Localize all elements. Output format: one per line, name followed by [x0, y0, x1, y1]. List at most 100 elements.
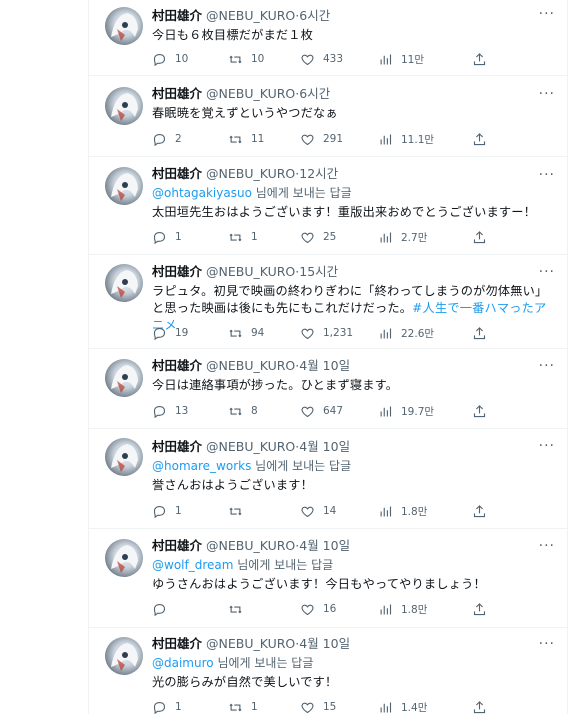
- display-name[interactable]: 村田雄介: [152, 358, 202, 373]
- views-button[interactable]: 11.1만: [378, 130, 434, 148]
- reply-button[interactable]: 10: [152, 50, 188, 68]
- timestamp[interactable]: 4월 10일: [299, 439, 350, 454]
- share-button[interactable]: [472, 600, 487, 618]
- reply-button[interactable]: 1: [152, 698, 182, 716]
- tweet-actions: 10 10 433 11만: [152, 50, 492, 68]
- reply-mention-link[interactable]: @wolf_dream: [152, 558, 233, 572]
- like-button[interactable]: 647: [300, 402, 343, 420]
- tweet[interactable]: 村田雄介 @NEBU_KURO·4월 10일 @homare_works 님에게…: [89, 429, 567, 529]
- tweet[interactable]: 村田雄介 @NEBU_KURO·6시간 今日も６枚目標だがまだ１枚 ··· 10…: [89, 0, 567, 76]
- retweet-button[interactable]: 11: [228, 130, 264, 148]
- user-handle[interactable]: @NEBU_KURO: [206, 166, 295, 181]
- like-button[interactable]: 291: [300, 130, 343, 148]
- display-name[interactable]: 村田雄介: [152, 538, 202, 553]
- views-button[interactable]: 1.8만: [378, 600, 427, 618]
- reply-button[interactable]: 19: [152, 324, 188, 342]
- more-icon[interactable]: ···: [539, 538, 555, 554]
- views-button[interactable]: 2.7만: [378, 228, 427, 246]
- timestamp[interactable]: 4월 10일: [299, 636, 350, 651]
- user-handle[interactable]: @NEBU_KURO: [206, 264, 295, 279]
- retweet-button[interactable]: 8: [228, 402, 258, 420]
- more-icon[interactable]: ···: [539, 636, 555, 652]
- more-icon[interactable]: ···: [539, 167, 555, 183]
- timestamp[interactable]: 15시간: [299, 264, 338, 279]
- timestamp[interactable]: 4월 10일: [299, 358, 350, 373]
- avatar[interactable]: [105, 539, 143, 577]
- display-name[interactable]: 村田雄介: [152, 264, 202, 279]
- tweet[interactable]: 村田雄介 @NEBU_KURO·4월 10일 @wolf_dream 님에게 보…: [89, 529, 567, 628]
- like-button[interactable]: 433: [300, 50, 343, 68]
- user-handle[interactable]: @NEBU_KURO: [206, 538, 295, 553]
- display-name[interactable]: 村田雄介: [152, 439, 202, 454]
- share-button[interactable]: [472, 502, 487, 520]
- more-icon[interactable]: ···: [539, 86, 555, 102]
- retweet-count: 11: [251, 133, 265, 145]
- timestamp[interactable]: 6시간: [299, 86, 330, 101]
- reply-icon: [153, 133, 166, 146]
- views-button[interactable]: 11만: [378, 50, 424, 68]
- reply-button[interactable]: [152, 600, 175, 618]
- tweet[interactable]: 村田雄介 @NEBU_KURO·4월 10일 @daimuro 님에게 보내는 …: [89, 628, 567, 714]
- more-icon[interactable]: ···: [539, 438, 555, 454]
- retweet-button[interactable]: [228, 502, 251, 520]
- display-name[interactable]: 村田雄介: [152, 636, 202, 651]
- tweet[interactable]: 村田雄介 @NEBU_KURO·6시간 春眠暁を覚えずというやつだなぁ ··· …: [89, 76, 567, 157]
- avatar[interactable]: [105, 637, 143, 675]
- avatar[interactable]: [105, 167, 143, 205]
- retweet-count: 10: [251, 53, 265, 65]
- reply-mention-link[interactable]: @ohtagakiyasuo: [152, 186, 252, 200]
- timestamp[interactable]: 12시간: [299, 166, 338, 181]
- share-button[interactable]: [472, 228, 487, 246]
- retweet-button[interactable]: 1: [228, 228, 258, 246]
- retweet-button[interactable]: 94: [228, 324, 264, 342]
- reply-context: @wolf_dream 님에게 보내는 답글: [152, 557, 551, 573]
- views-button[interactable]: 1.4만: [378, 698, 427, 716]
- user-handle[interactable]: @NEBU_KURO: [206, 358, 295, 373]
- avatar[interactable]: [105, 7, 143, 45]
- tweet[interactable]: 村田雄介 @NEBU_KURO·12시간 @ohtagakiyasuo 님에게 …: [89, 157, 567, 255]
- more-icon[interactable]: ···: [539, 6, 555, 22]
- user-handle[interactable]: @NEBU_KURO: [206, 636, 295, 651]
- timestamp[interactable]: 6시간: [299, 8, 330, 23]
- retweet-button[interactable]: 1: [228, 698, 258, 716]
- heart-icon: [301, 406, 314, 417]
- tweet[interactable]: 村田雄介 @NEBU_KURO·4월 10일 今日は連絡事項が捗った。ひとまず寝…: [89, 349, 567, 429]
- retweet-button[interactable]: 10: [228, 50, 264, 68]
- reply-button[interactable]: 2: [152, 130, 182, 148]
- user-handle[interactable]: @NEBU_KURO: [206, 86, 295, 101]
- display-name[interactable]: 村田雄介: [152, 86, 202, 101]
- reply-button[interactable]: 1: [152, 502, 182, 520]
- like-button[interactable]: 14: [300, 502, 336, 520]
- like-button[interactable]: 15: [300, 698, 336, 716]
- retweet-button[interactable]: [228, 600, 251, 618]
- user-handle[interactable]: @NEBU_KURO: [206, 8, 295, 23]
- more-icon[interactable]: ···: [539, 264, 555, 280]
- more-icon[interactable]: ···: [539, 358, 555, 374]
- share-button[interactable]: [472, 130, 487, 148]
- like-button[interactable]: 1,231: [300, 324, 353, 342]
- views-button[interactable]: 22.6만: [378, 324, 434, 342]
- views-button[interactable]: 19.7만: [378, 402, 434, 420]
- avatar[interactable]: [105, 87, 143, 125]
- display-name[interactable]: 村田雄介: [152, 8, 202, 23]
- avatar[interactable]: [105, 264, 143, 302]
- timestamp[interactable]: 4월 10일: [299, 538, 350, 553]
- user-handle[interactable]: @NEBU_KURO: [206, 439, 295, 454]
- views-button[interactable]: 1.8만: [378, 502, 427, 520]
- share-button[interactable]: [472, 402, 487, 420]
- reply-button[interactable]: 1: [152, 228, 182, 246]
- share-button[interactable]: [472, 324, 487, 342]
- avatar[interactable]: [105, 359, 143, 397]
- tweet-text: 光の膨らみが自然で美しいです！: [152, 675, 338, 689]
- display-name[interactable]: 村田雄介: [152, 166, 202, 181]
- reply-mention-link[interactable]: @daimuro: [152, 656, 214, 670]
- view-count: 11.1만: [401, 133, 435, 146]
- reply-mention-link[interactable]: @homare_works: [152, 459, 251, 473]
- reply-button[interactable]: 13: [152, 402, 188, 420]
- like-button[interactable]: 25: [300, 228, 336, 246]
- avatar[interactable]: [105, 438, 143, 476]
- share-button[interactable]: [472, 698, 487, 716]
- tweet[interactable]: 村田雄介 @NEBU_KURO·15시간 ラピュタ。初見で映画の終わりぎわに「終…: [89, 255, 567, 349]
- like-button[interactable]: 16: [300, 600, 336, 618]
- share-button[interactable]: [472, 50, 487, 68]
